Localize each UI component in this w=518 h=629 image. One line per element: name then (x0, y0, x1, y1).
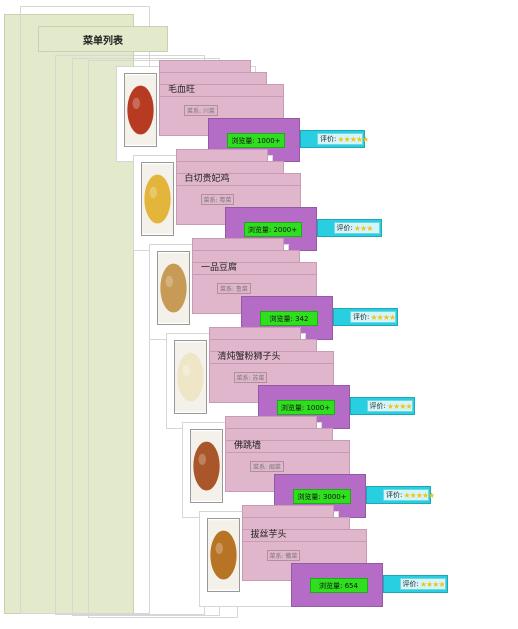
rating-panel: 评价: ★★★★ (349, 397, 415, 415)
views-badge: 浏览量: 3000+ (293, 489, 351, 504)
rating-label: 评价: (369, 402, 386, 410)
views-badge: 浏览量: 2000+ (243, 222, 302, 237)
dish-name: 佛跳墙 (234, 441, 262, 451)
dish-cuisine: 菜系: 闽菜 (250, 461, 284, 472)
rating-panel: 评价: ★★★★★ (366, 486, 435, 504)
dish-name: 一品豆腐 (201, 263, 238, 273)
rating-stars: ★★★ (353, 223, 373, 233)
rating-badge: 评价: ★★★ (333, 222, 380, 234)
rating-badge: 评价: ★★★★★ (383, 489, 435, 501)
rating-stars: ★★★★ (370, 312, 396, 322)
dish-image (207, 520, 239, 590)
dish-photo (173, 340, 207, 414)
dish-image (158, 253, 189, 323)
rating-label: 评价: (386, 491, 403, 499)
dish-name: 拔丝芋头 (250, 530, 287, 540)
dish-photo (206, 518, 240, 592)
dish-image (174, 342, 206, 412)
rating-stars: ★★★★ (386, 401, 413, 411)
rating-badge: 评价: ★★★★ (399, 578, 446, 590)
rating-label: 评价: (320, 135, 337, 143)
views-badge: 浏览量: 654 (309, 578, 368, 593)
dish-photo (190, 429, 223, 503)
rating-label: 评价: (336, 224, 353, 232)
dish-cuisine: 菜系: 鲁菜 (217, 283, 251, 294)
menu-item[interactable]: 拔丝芋头 菜系: 徽菜 浏览量: 654 评价: ★★★★ (198, 505, 499, 615)
dish-cuisine: 菜系: 川菜 (184, 105, 218, 116)
dish-photo (124, 73, 157, 147)
page-title: 菜单列表 (38, 26, 168, 52)
views-badge: 浏览量: 342 (260, 311, 318, 326)
dish-name: 白切贵妃鸡 (184, 174, 230, 184)
rating-panel: 评价: ★★★★★ (300, 130, 369, 148)
rating-badge: 评价: ★★★★ (366, 400, 413, 412)
dish-image (125, 75, 156, 145)
dish-name: 毛血旺 (168, 85, 196, 95)
rating-badge: 评价: ★★★★ (350, 311, 396, 323)
rating-panel: 评价: ★★★ (316, 219, 382, 237)
views-badge: 浏览量: 1000+ (227, 133, 285, 148)
rating-panel: 评价: ★★★★ (382, 575, 448, 593)
dish-photo (157, 251, 190, 325)
rating-panel: 评价: ★★★★ (333, 308, 398, 326)
views-badge: 浏览量: 1000+ (276, 400, 335, 415)
dish-cuisine: 菜系: 徽菜 (266, 550, 301, 561)
views-panel: 浏览量: 654 (290, 563, 383, 607)
dish-cuisine: 菜系: 苏菜 (233, 372, 268, 383)
rating-stars: ★★★★★ (403, 490, 435, 500)
dish-image (141, 164, 173, 234)
rating-stars: ★★★★★ (337, 134, 369, 144)
dish-photo (140, 162, 174, 236)
rating-label: 评价: (353, 313, 370, 321)
rating-label: 评价: (402, 580, 419, 588)
dish-image (191, 431, 222, 501)
dish-name: 清炖蟹粉狮子头 (217, 352, 281, 362)
rating-badge: 评价: ★★★★★ (317, 133, 369, 145)
dish-cuisine: 菜系: 粤菜 (200, 194, 235, 205)
rating-stars: ★★★★ (419, 579, 446, 589)
